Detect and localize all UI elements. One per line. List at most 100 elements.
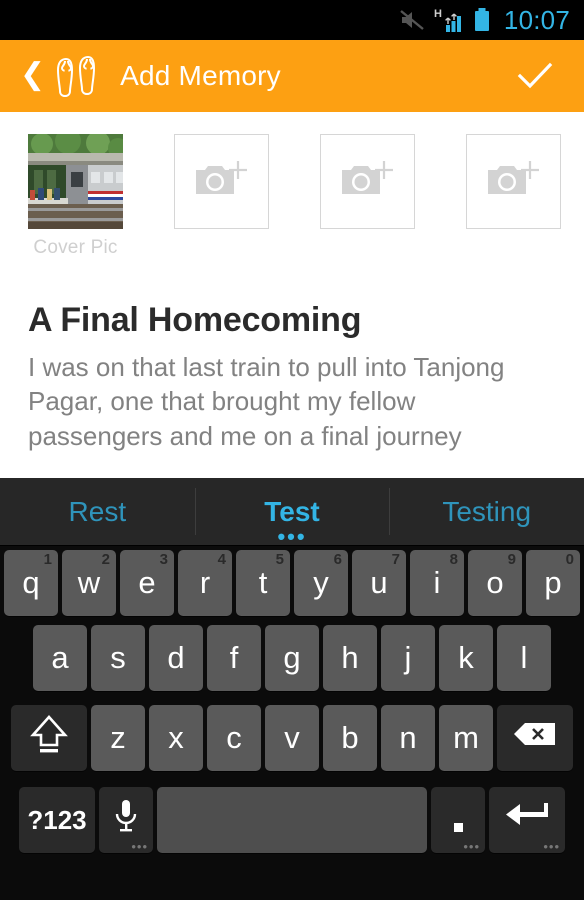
key-n[interactable]: n bbox=[381, 705, 435, 771]
key-p[interactable]: 0 p bbox=[526, 550, 580, 616]
key-label: h bbox=[341, 640, 359, 675]
key-c[interactable]: c bbox=[207, 705, 261, 771]
key-q[interactable]: 1 q bbox=[4, 550, 58, 616]
suggestion-expand-dots[interactable]: ••• bbox=[277, 526, 306, 548]
key-label: a bbox=[51, 640, 69, 675]
symbols-key[interactable]: ?123 bbox=[19, 787, 95, 853]
suggestion-item-3[interactable]: Testing bbox=[389, 478, 584, 545]
key-v[interactable]: v bbox=[265, 705, 319, 771]
status-bar-clock: 10:07 bbox=[503, 4, 570, 35]
enter-key[interactable]: ••• bbox=[489, 787, 565, 853]
key-label: t bbox=[258, 565, 268, 600]
keyboard-row-4: ?123 ••• ••• ••• bbox=[0, 778, 584, 862]
key-label: g bbox=[283, 640, 301, 675]
key-label: l bbox=[520, 640, 528, 675]
cover-pic-label: Cover Pic bbox=[33, 237, 118, 258]
add-photo-slot-2[interactable] bbox=[320, 134, 415, 229]
key-label: r bbox=[199, 565, 211, 600]
key-label: m bbox=[453, 720, 479, 755]
svg-text:H: H bbox=[434, 8, 442, 20]
key-b[interactable]: b bbox=[323, 705, 377, 771]
key-label: x bbox=[168, 720, 184, 755]
key-label: b bbox=[341, 720, 359, 755]
key-x[interactable]: x bbox=[149, 705, 203, 771]
key-label: n bbox=[399, 720, 417, 755]
key-m[interactable]: m bbox=[439, 705, 493, 771]
key-label: d bbox=[167, 640, 185, 675]
suggestion-label: Rest bbox=[68, 495, 127, 527]
key-l[interactable]: l bbox=[497, 625, 551, 691]
page-title: Add Memory bbox=[120, 60, 281, 91]
key-label: f bbox=[229, 640, 239, 675]
key-h[interactable]: h bbox=[323, 625, 377, 691]
microphone-key[interactable]: ••• bbox=[99, 787, 153, 853]
key-label: y bbox=[313, 565, 329, 600]
key-t[interactable]: 5 t bbox=[236, 550, 290, 616]
key-label: z bbox=[110, 720, 126, 755]
key-label: q bbox=[22, 565, 40, 600]
status-bar: H 10:07 bbox=[0, 0, 584, 40]
key-w[interactable]: 2 w bbox=[62, 550, 116, 616]
key-label: e bbox=[138, 565, 156, 600]
key-label: j bbox=[404, 640, 412, 675]
photo-thumbnail-row: Cover Pic bbox=[0, 134, 584, 259]
key-label: c bbox=[226, 720, 242, 755]
period-key-glyph bbox=[453, 822, 463, 832]
key-num: 0 bbox=[565, 551, 574, 568]
key-z[interactable]: z bbox=[91, 705, 145, 771]
check-icon[interactable] bbox=[512, 53, 558, 99]
key-longpress-dots: ••• bbox=[543, 839, 560, 854]
key-r[interactable]: 4 r bbox=[178, 550, 232, 616]
keyboard-row-1: 1 q 2 w 3 e 4 r 5 t 6 y 7 u 8 i 9 o 0 p bbox=[0, 546, 584, 618]
suggestion-bar: Rest Test ••• Testing bbox=[0, 478, 584, 548]
shift-key[interactable] bbox=[11, 705, 87, 771]
silent-mode-icon bbox=[399, 8, 425, 32]
key-k[interactable]: k bbox=[439, 625, 493, 691]
key-num: 3 bbox=[159, 551, 168, 568]
memory-title-field[interactable]: A Final Homecoming bbox=[28, 301, 584, 340]
cover-photo[interactable] bbox=[28, 134, 123, 229]
period-key[interactable]: ••• bbox=[431, 787, 485, 853]
key-label: v bbox=[284, 720, 300, 755]
suggestion-label: Testing bbox=[442, 495, 532, 527]
add-photo-slot-3[interactable] bbox=[466, 134, 561, 229]
key-label: p bbox=[544, 565, 562, 600]
cover-photo-cell[interactable]: Cover Pic bbox=[28, 134, 123, 259]
microphone-key-icon bbox=[111, 796, 141, 844]
key-i[interactable]: 8 i bbox=[410, 550, 464, 616]
suggestion-item-2[interactable]: Test ••• bbox=[194, 478, 390, 548]
key-j[interactable]: j bbox=[381, 625, 435, 691]
phone-screen: H 10:07 ❮ Add Memory Cover Pic A Final H… bbox=[0, 0, 584, 900]
key-num: 1 bbox=[43, 551, 52, 568]
backspace-key[interactable] bbox=[497, 705, 573, 771]
key-d[interactable]: d bbox=[149, 625, 203, 691]
camera-plus-icon bbox=[338, 156, 398, 208]
memory-body-field[interactable]: I was on that last train to pull into Ta… bbox=[28, 350, 556, 453]
space-key[interactable] bbox=[157, 787, 427, 853]
suggestion-item-1[interactable]: Rest bbox=[0, 478, 195, 545]
camera-plus-icon bbox=[192, 156, 252, 208]
key-g[interactable]: g bbox=[265, 625, 319, 691]
key-e[interactable]: 3 e bbox=[120, 550, 174, 616]
key-label: k bbox=[458, 640, 474, 675]
key-o[interactable]: 9 o bbox=[468, 550, 522, 616]
key-y[interactable]: 6 y bbox=[294, 550, 348, 616]
signal-hspa-icon: H bbox=[434, 7, 464, 33]
key-u[interactable]: 7 u bbox=[352, 550, 406, 616]
flip-flops-icon bbox=[52, 54, 108, 98]
key-num: 9 bbox=[507, 551, 516, 568]
key-longpress-dots: ••• bbox=[131, 839, 148, 854]
keyboard-row-3: z x c v b n m bbox=[0, 698, 584, 778]
key-num: 2 bbox=[101, 551, 110, 568]
backspace-key-icon bbox=[511, 719, 559, 757]
back-button[interactable]: ❮ bbox=[20, 60, 45, 90]
add-photo-slot-1[interactable] bbox=[174, 134, 269, 229]
key-s[interactable]: s bbox=[91, 625, 145, 691]
key-a[interactable]: a bbox=[33, 625, 87, 691]
memory-content: Cover Pic A Final Homecoming I was on th… bbox=[0, 112, 584, 478]
key-num: 4 bbox=[217, 551, 226, 568]
key-label: w bbox=[77, 565, 101, 600]
key-f[interactable]: f bbox=[207, 625, 261, 691]
key-label: i bbox=[433, 565, 441, 600]
key-longpress-dots: ••• bbox=[463, 839, 480, 854]
